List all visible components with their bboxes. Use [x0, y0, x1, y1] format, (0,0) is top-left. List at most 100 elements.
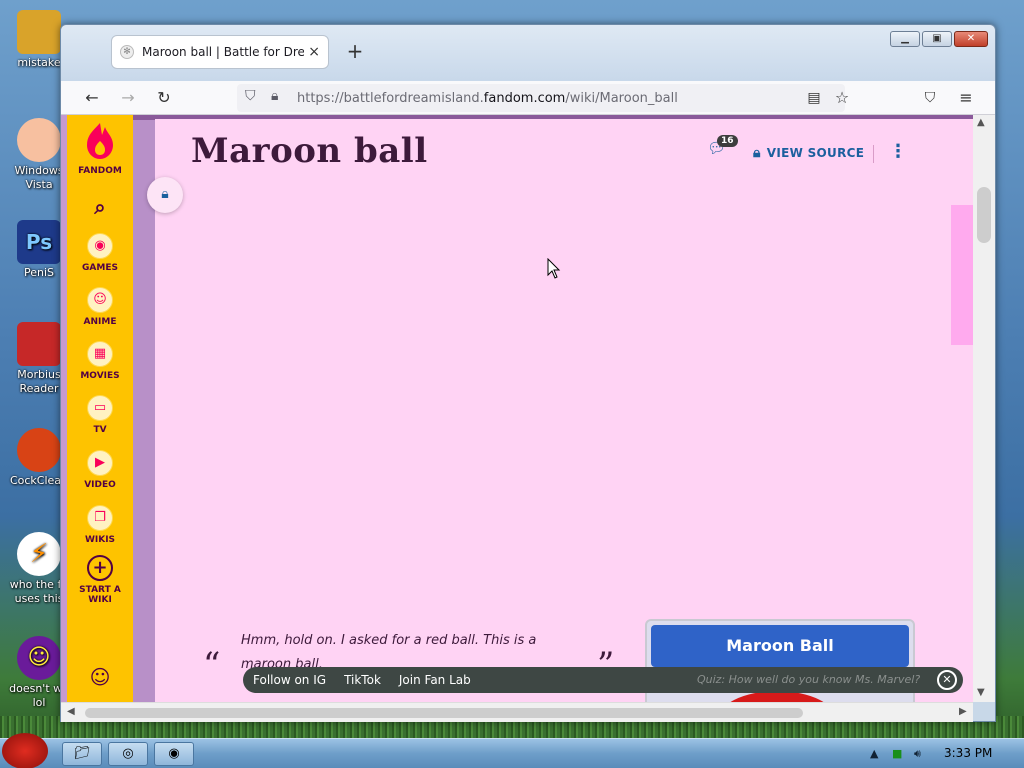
padlock-icon[interactable]: 🔒︎ — [271, 88, 278, 104]
back-arrow-icon[interactable]: ← — [79, 85, 105, 111]
rail-item-label: GAMES — [82, 263, 118, 273]
tracking-shield-icon[interactable]: ⛉ — [245, 88, 256, 104]
join-fan-lab-link[interactable]: Join Fan Lab — [399, 673, 471, 687]
infobox-title: Maroon Ball — [651, 625, 909, 667]
rail-item-label: ANIME — [83, 317, 117, 327]
scrollbar-thumb[interactable] — [977, 187, 991, 243]
scroll-up-icon[interactable]: ▲ — [977, 117, 985, 128]
rail-item-start-a-wiki[interactable]: + START A WIKI — [67, 555, 133, 605]
volume-icon[interactable]: 🔊︎ — [914, 747, 921, 761]
close-icon[interactable]: ✕ — [937, 670, 957, 690]
url-path: /wiki/Maroon_ball — [565, 90, 678, 106]
chrome-taskbar-button[interactable]: ◎ — [108, 742, 148, 766]
url-host: fandom.com — [483, 90, 566, 106]
page-side-decoration — [951, 205, 973, 345]
clock[interactable]: 3:33 PM — [944, 746, 992, 760]
desktop-icon-label: mistake — [17, 56, 61, 69]
horizontal-scrollbar[interactable]: ◀ ▶ — [61, 702, 973, 722]
desktop-icon-label: PeniS — [23, 266, 55, 279]
rail-item-video[interactable]: ▶ VIDEO — [67, 450, 133, 490]
window-maximize-button[interactable]: ▣ — [922, 31, 952, 47]
follow-on-ig-link[interactable]: Follow on IG — [253, 673, 326, 687]
social-bar: Follow on IG TikTok Join Fan Lab Quiz: H… — [243, 667, 963, 693]
browser-tab-active[interactable]: ✻ Maroon ball | Battle for Dream I × — [111, 35, 329, 69]
tray-expand-icon[interactable]: ▲ — [870, 747, 878, 760]
rail-item-games[interactable]: ◉ GAMES — [67, 233, 133, 273]
quote-open-mark: “ — [203, 645, 221, 685]
rail-item-label: TV — [93, 425, 107, 435]
url-bar[interactable]: ⛉ 🔒︎ https://battlefordreamisland. fandom… — [237, 84, 845, 112]
start-button[interactable] — [2, 733, 48, 768]
user-account-icon[interactable]: ☺ — [67, 665, 133, 689]
folder-icon — [17, 10, 61, 54]
wiki-article: 🔒︎ Maroon ball 💬︎ 16 🔒︎ VIEW SOURCE ⋮ “ H… — [147, 119, 973, 702]
fandom-logo-label: FANDOM — [78, 166, 122, 176]
url-prefix: https://battlefordreamisland. — [297, 90, 484, 106]
anime-face-icon: ☺ — [87, 287, 113, 313]
mouse-cursor-icon — [547, 258, 561, 279]
pdf-reader-icon — [17, 322, 61, 366]
fandom-global-nav: FANDOM ⌕ ◉ GAMES ☺ ANIME ▦ MOVIES ▭ TV ▶… — [67, 115, 133, 702]
rail-item-movies[interactable]: ▦ MOVIES — [67, 341, 133, 381]
view-source-label: VIEW SOURCE — [766, 146, 865, 160]
rail-item-label: START A WIKI — [79, 585, 121, 605]
rail-item-wikis[interactable]: ❐ WIKIS — [67, 505, 133, 545]
tab-close-icon[interactable]: × — [308, 44, 320, 60]
browser-titlebar: ✻ Maroon ball | Battle for Dream I × + ▁… — [61, 25, 995, 81]
vertical-scrollbar[interactable]: ▲ ▼ — [973, 115, 995, 702]
pocket-icon[interactable]: ⛉ — [917, 85, 943, 111]
lightning-icon: ⚡ — [17, 532, 61, 576]
gamepad-icon: ◉ — [87, 233, 113, 259]
search-icon[interactable]: ⌕ — [67, 195, 133, 219]
browser-window: ✻ Maroon ball | Battle for Dream I × + ▁… — [60, 24, 996, 722]
hamburger-menu-icon[interactable]: ≡ — [953, 85, 979, 111]
clapperboard-icon: ▦ — [87, 341, 113, 367]
rail-item-label: WIKIS — [84, 535, 116, 545]
plus-circle-icon: + — [87, 555, 113, 581]
fandom-flame-icon — [87, 123, 113, 159]
lock-icon[interactable]: 🔒︎ — [147, 177, 183, 213]
explorer-taskbar-button[interactable]: 📁︎ — [62, 742, 102, 766]
network-icon[interactable]: ■ — [892, 747, 902, 760]
firefox-taskbar-button[interactable]: ◉ — [154, 742, 194, 766]
smiley-icon: ☺ — [17, 636, 61, 680]
rail-item-label: MOVIES — [80, 371, 120, 381]
scroll-down-icon[interactable]: ▼ — [977, 687, 985, 698]
page-viewport: FANDOM ⌕ ◉ GAMES ☺ ANIME ▦ MOVIES ▭ TV ▶… — [61, 115, 995, 702]
scrollbar-thumb[interactable] — [85, 708, 803, 718]
tiktok-link[interactable]: TikTok — [344, 673, 381, 687]
quiz-link[interactable]: Quiz: How well do you know Ms. Marvel? — [697, 673, 920, 686]
forward-arrow-icon[interactable]: → — [115, 85, 141, 111]
comments-button[interactable]: 💬︎ 16 — [707, 135, 738, 165]
scroll-right-icon[interactable]: ▶ — [959, 706, 967, 717]
desktop-icon-label: Windows Vista — [14, 164, 64, 191]
book-icon: ❐ — [87, 505, 113, 531]
tab-title: Maroon ball | Battle for Dream I — [142, 45, 305, 59]
reader-view-icon[interactable]: ▤ — [801, 85, 827, 111]
desktop-icon-label: Morbius Reader — [17, 368, 61, 395]
tab-favicon-icon: ✻ — [120, 45, 134, 59]
rail-item-tv[interactable]: ▭ TV — [67, 395, 133, 435]
taskbar: 📁︎ ◎ ◉ ▲ ■ 🔊︎ 3:33 PM — [0, 733, 1024, 768]
tv-icon: ▭ — [87, 395, 113, 421]
window-minimize-button[interactable]: ▁ — [890, 31, 920, 47]
browser-navbar: ← → ↻ ⛉ 🔒︎ https://battlefordreamisland.… — [61, 81, 995, 115]
play-icon: ▶ — [87, 450, 113, 476]
view-source-button[interactable]: 🔒︎ VIEW SOURCE — [753, 145, 864, 161]
photoshop-icon: Ps — [17, 220, 61, 264]
scroll-left-icon[interactable]: ◀ — [67, 706, 75, 717]
lock-icon: 🔒︎ — [753, 145, 761, 161]
reload-icon[interactable]: ↻ — [151, 85, 177, 111]
comment-count-badge: 16 — [717, 135, 738, 147]
egg-icon — [17, 118, 61, 162]
bookmark-star-icon[interactable]: ☆ — [829, 85, 855, 111]
rail-item-anime[interactable]: ☺ ANIME — [67, 287, 133, 327]
fandom-logo-link[interactable]: FANDOM — [67, 121, 133, 176]
more-options-icon[interactable]: ⋮ — [889, 141, 907, 162]
page-title: Maroon ball — [191, 131, 428, 171]
window-close-button[interactable]: ✕ — [954, 31, 988, 47]
toolbar-divider — [873, 145, 874, 163]
cleaner-icon — [17, 428, 61, 472]
rail-item-label: VIDEO — [84, 480, 116, 490]
new-tab-button[interactable]: + — [343, 39, 367, 63]
